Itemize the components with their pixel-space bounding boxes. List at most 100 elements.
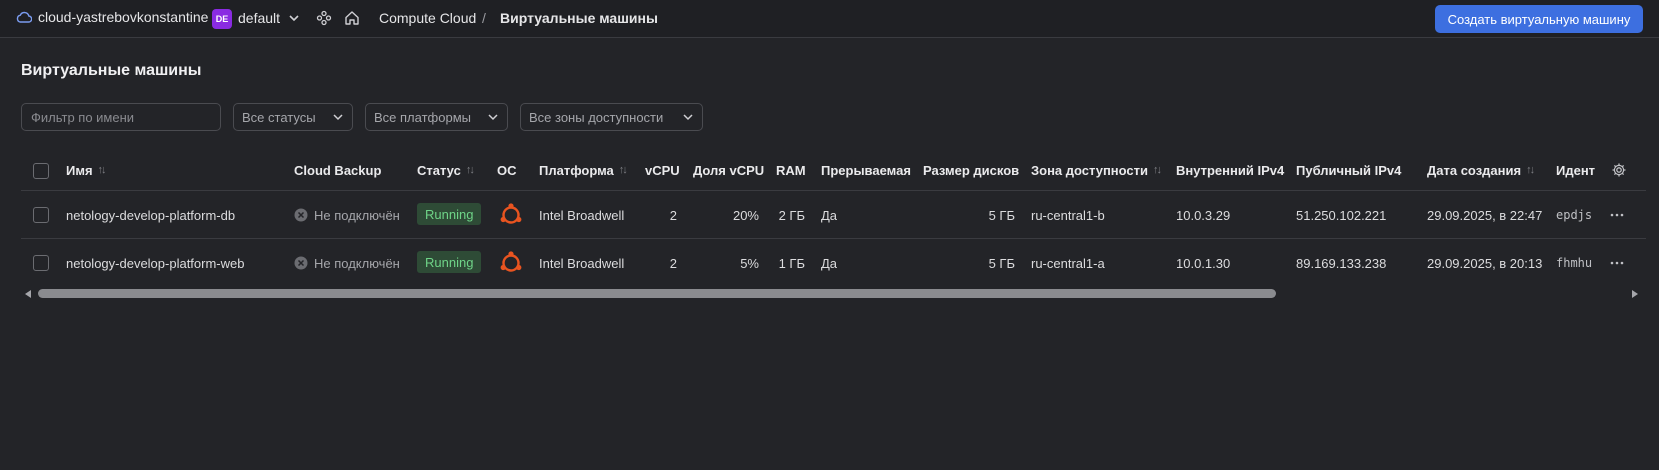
more-actions-icon[interactable] <box>1609 207 1625 223</box>
column-header-name[interactable]: Имя ↑↓ <box>66 161 107 179</box>
column-internal-ip-label: Внутренний IPv4 <box>1176 162 1285 178</box>
row-checkbox[interactable] <box>33 255 49 271</box>
backup-status: Не подключён <box>314 255 400 271</box>
column-id-label: Идент <box>1556 162 1596 178</box>
column-header-ram: RAM <box>776 161 806 179</box>
platform-cell: Intel Broadwell <box>539 207 625 223</box>
column-header-os: ОС <box>497 161 517 179</box>
backup-disabled-icon <box>294 208 308 222</box>
name-filter-input[interactable] <box>21 103 221 131</box>
sort-icon[interactable]: ↑↓ <box>98 164 107 176</box>
vcpu-cell: 2 <box>669 207 677 223</box>
folder-selector[interactable]: default <box>238 10 280 26</box>
chevron-down-icon[interactable] <box>288 12 300 24</box>
gear-icon[interactable] <box>1611 161 1627 179</box>
created-cell: 29.09.2025, в 22:47 <box>1427 207 1543 223</box>
backup-status: Не подключён <box>314 207 400 223</box>
preemptible-cell: Да <box>821 255 838 271</box>
chevron-down-icon <box>683 114 693 121</box>
column-status-label: Статус <box>417 162 461 178</box>
column-header-id: Идент <box>1556 161 1606 179</box>
column-disk-size-label: Размер дисков <box>923 162 1020 178</box>
chevron-down-icon <box>333 114 343 121</box>
vm-name-link[interactable]: netology-develop-platform-web <box>66 254 244 272</box>
id-cell: fhmhu <box>1556 256 1593 270</box>
breadcrumb-separator: / <box>482 10 486 26</box>
preemptible-cell: Да <box>821 207 838 223</box>
column-os-label: ОС <box>497 162 517 178</box>
select-all-checkbox[interactable] <box>33 163 49 179</box>
column-header-public-ip: Публичный IPv4 <box>1296 161 1401 179</box>
column-backup-label: Cloud Backup <box>294 162 382 178</box>
column-header-platform[interactable]: Платформа ↑↓ <box>539 161 628 179</box>
backup-cell: Не подключён <box>294 254 400 272</box>
zone-cell: ru-central1-a <box>1031 255 1105 271</box>
services-icon[interactable] <box>316 10 332 26</box>
column-vcpu-share-label: Доля vCPU <box>693 162 765 178</box>
top-bar: cloud-yastrebovkonstantine DE default Co… <box>0 0 1659 38</box>
backup-disabled-icon <box>294 256 308 270</box>
scrollbar-thumb[interactable] <box>38 289 1276 298</box>
disk-size-cell: 5 ГБ <box>988 207 1015 223</box>
row-checkbox[interactable] <box>33 207 49 223</box>
vcpu-share-cell: 5% <box>740 255 759 271</box>
header-divider <box>21 190 1646 191</box>
scroll-left-icon[interactable] <box>25 290 31 298</box>
page-title: Виртуальные машины <box>21 62 202 79</box>
vcpu-cell: 2 <box>669 255 677 271</box>
vm-name-link[interactable]: netology-develop-platform-db <box>66 206 235 224</box>
column-header-preemptible: Прерываемая <box>821 161 911 179</box>
column-ram-label: RAM <box>776 162 806 178</box>
column-header-disk-size: Размер дисков <box>923 161 1019 179</box>
cloud-name: cloud-yastrebovkonstantine <box>38 9 209 25</box>
column-created-label: Дата создания <box>1427 162 1522 178</box>
status-filter-select[interactable]: Все статусы <box>233 103 353 131</box>
ram-cell: 1 ГБ <box>778 255 805 271</box>
zone-cell: ru-central1-b <box>1031 207 1105 223</box>
platform-filter-label: Все платформы <box>374 109 471 125</box>
column-zone-label: Зона доступности <box>1031 162 1149 178</box>
sort-icon[interactable]: ↑↓ <box>1153 164 1162 176</box>
column-preemptible-label: Прерываемая <box>821 162 911 178</box>
platform-cell: Intel Broadwell <box>539 255 625 271</box>
disk-size-cell: 5 ГБ <box>988 255 1015 271</box>
breadcrumb-current: Виртуальные машины <box>500 10 658 26</box>
column-vcpu-label: vCPU <box>645 162 680 178</box>
folder-badge: DE <box>212 9 232 29</box>
status-badge: Running <box>417 251 482 273</box>
column-header-created[interactable]: Дата создания ↑↓ <box>1427 161 1535 179</box>
ubuntu-icon <box>500 251 522 272</box>
cloud-selector[interactable]: cloud-yastrebovkonstantine <box>16 9 208 25</box>
id-cell: epdjs <box>1556 208 1593 222</box>
home-icon[interactable] <box>344 10 360 26</box>
internal-ip-cell: 10.0.1.30 <box>1176 255 1231 271</box>
internal-ip-cell: 10.0.3.29 <box>1176 207 1231 223</box>
public-ip-cell: 89.169.133.238 <box>1296 255 1387 271</box>
more-actions-icon[interactable] <box>1609 255 1625 271</box>
created-cell: 29.09.2025, в 20:13 <box>1427 255 1543 271</box>
column-public-ip-label: Публичный IPv4 <box>1296 162 1402 178</box>
column-header-internal-ip: Внутренний IPv4 <box>1176 161 1284 179</box>
status-badge: Running <box>417 203 482 225</box>
column-header-backup: Cloud Backup <box>294 161 381 179</box>
status-filter-label: Все статусы <box>242 109 316 125</box>
column-name-label: Имя <box>66 162 93 178</box>
zone-filter-select[interactable]: Все зоны доступности <box>520 103 703 131</box>
sort-icon[interactable]: ↑↓ <box>1526 164 1535 176</box>
public-ip-cell: 51.250.102.221 <box>1296 207 1387 223</box>
platform-filter-select[interactable]: Все платформы <box>365 103 508 131</box>
column-header-vcpu: vCPU <box>645 161 680 179</box>
breadcrumb-service[interactable]: Compute Cloud <box>379 10 476 26</box>
column-platform-label: Платформа <box>539 162 614 178</box>
cloud-icon <box>16 11 32 23</box>
column-header-status[interactable]: Статус ↑↓ <box>417 161 475 179</box>
chevron-down-icon <box>488 114 498 121</box>
create-vm-button[interactable]: Создать виртуальную машину <box>1435 5 1643 33</box>
zone-filter-label: Все зоны доступности <box>529 109 664 125</box>
column-header-zone[interactable]: Зона доступности ↑↓ <box>1031 161 1162 179</box>
row-divider <box>21 238 1646 239</box>
ram-cell: 2 ГБ <box>778 207 805 223</box>
scroll-right-icon[interactable] <box>1632 290 1638 298</box>
sort-icon[interactable]: ↑↓ <box>619 164 628 176</box>
sort-icon[interactable]: ↑↓ <box>466 164 475 176</box>
